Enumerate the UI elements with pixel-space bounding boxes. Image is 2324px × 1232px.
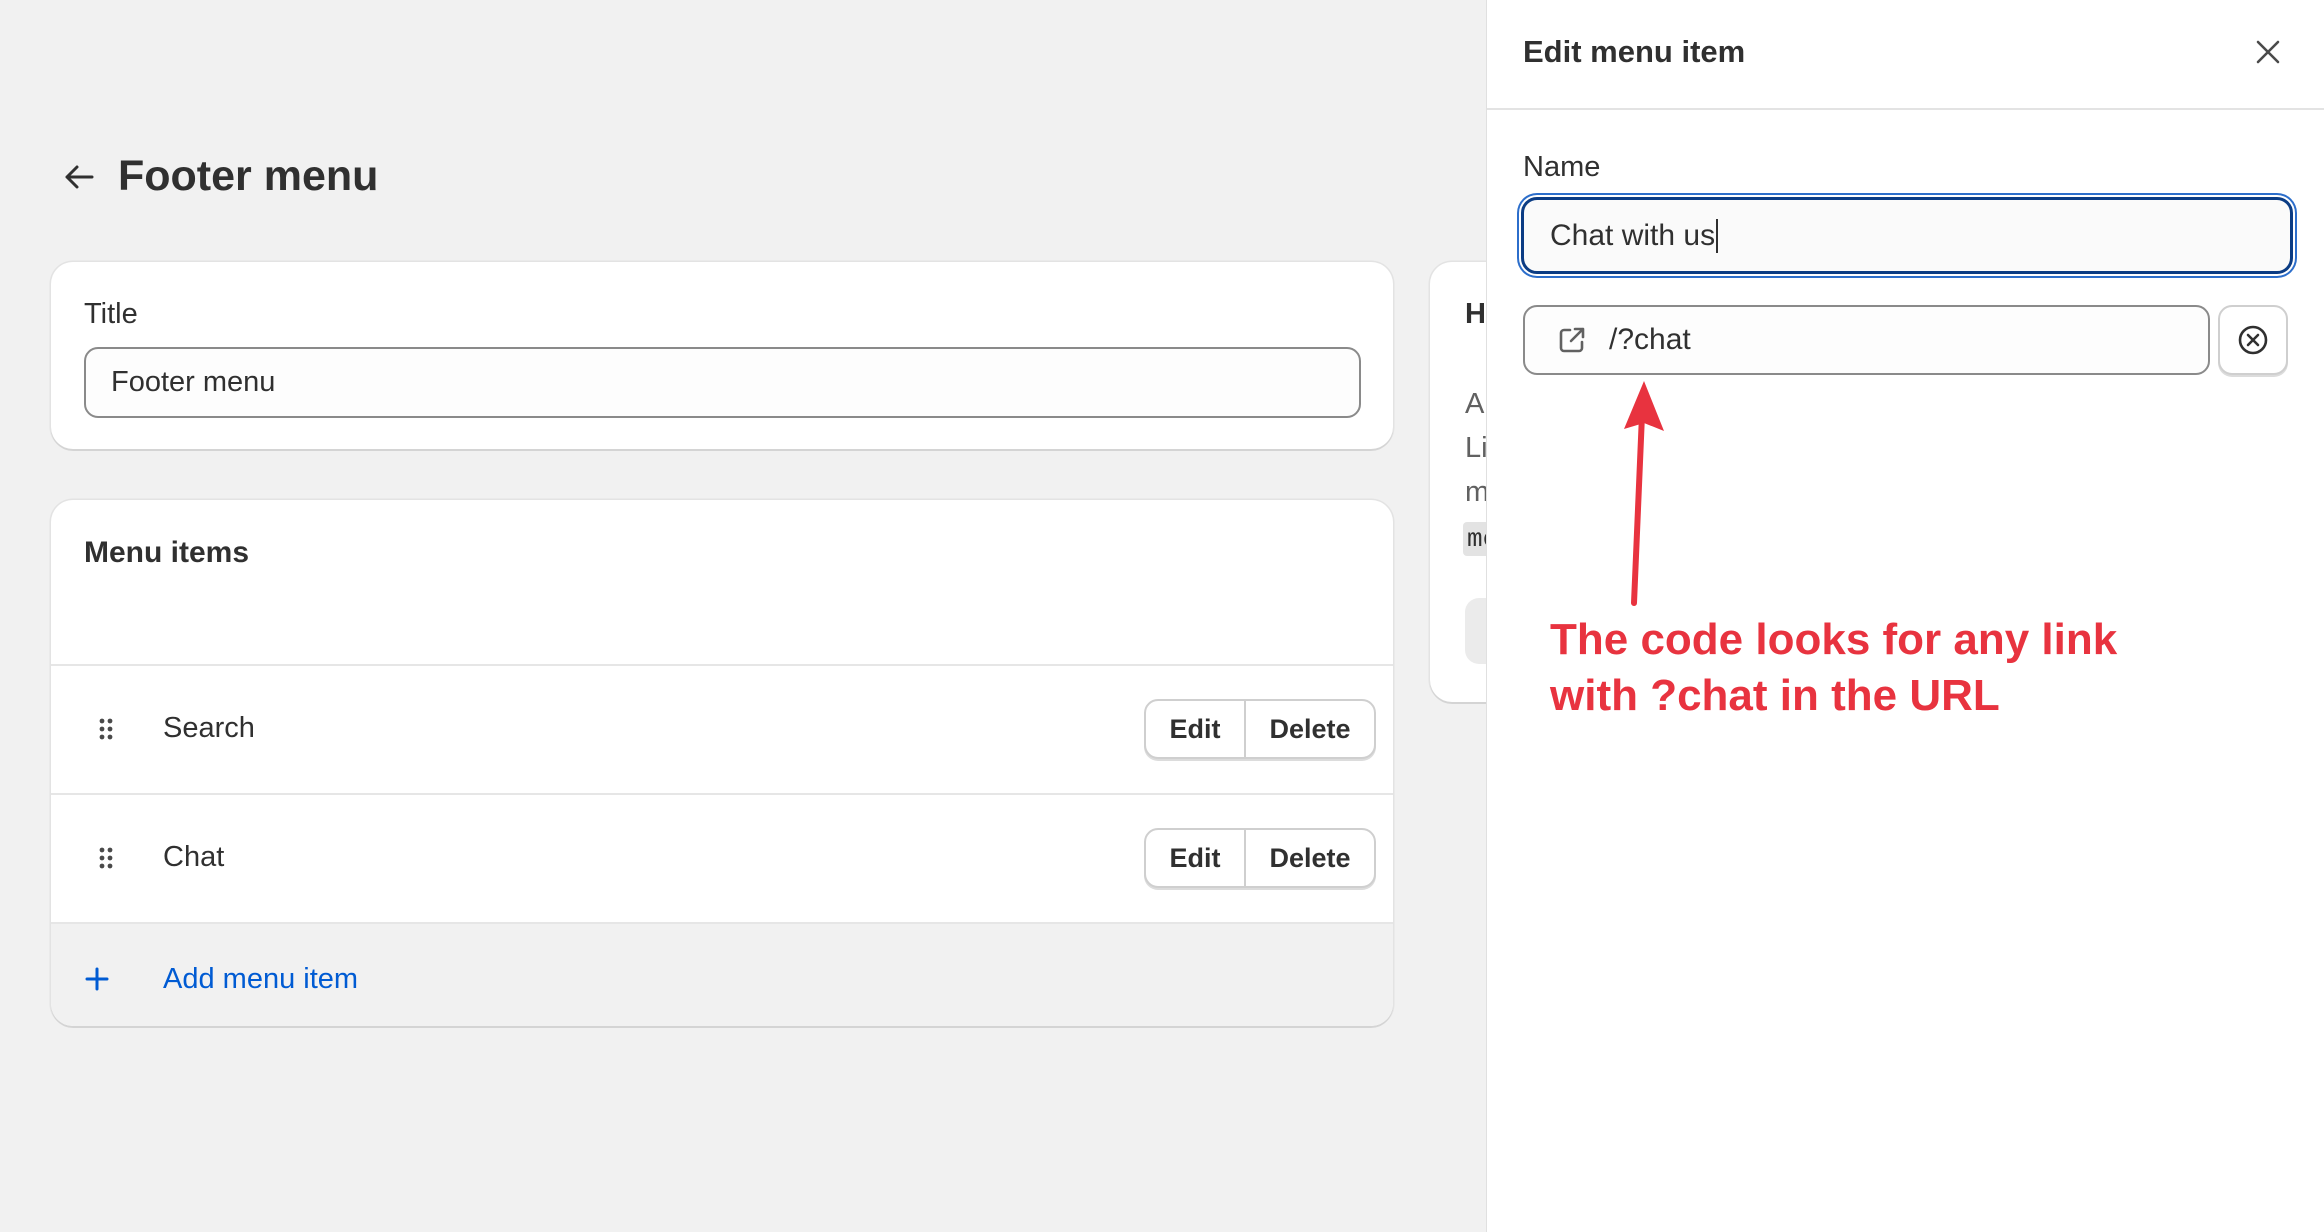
link-input[interactable]: /?chat [1523, 305, 2210, 375]
menu-item-actions: Edit Delete [1144, 699, 1376, 759]
divider [51, 664, 1393, 666]
menu-items-heading: Menu items [84, 536, 250, 569]
close-button[interactable] [2246, 30, 2290, 74]
panel-title: Edit menu item [1523, 34, 1746, 69]
drag-handle-icon [99, 847, 113, 869]
name-input[interactable]: Chat with us [1521, 197, 2293, 274]
help-card-heading-fragment: H [1465, 298, 1486, 330]
menu-items-card [51, 500, 1393, 1026]
drag-handle[interactable] [91, 714, 121, 744]
delete-button[interactable]: Delete [1244, 830, 1374, 886]
divider [51, 922, 1393, 924]
panel-divider [1487, 108, 2324, 110]
edit-button[interactable]: Edit [1146, 701, 1244, 757]
help-card-text-fragment: A [1465, 388, 1485, 420]
edit-button[interactable]: Edit [1146, 830, 1244, 886]
menu-item-actions: Edit Delete [1144, 828, 1376, 888]
annotation-arrow [1624, 381, 1664, 606]
drag-handle-icon [99, 718, 113, 740]
help-card-text-fragment: m [1465, 476, 1490, 508]
help-card-text-fragment: Li [1465, 432, 1488, 464]
name-label: Name [1523, 151, 1601, 183]
page-title: Footer menu [118, 152, 379, 200]
clear-circle-icon [2238, 325, 2268, 355]
annotation-line: with ?chat in the URL [1550, 671, 2000, 720]
menu-item-label: Search [163, 712, 255, 744]
annotation-line: The code looks for any link [1550, 615, 2118, 664]
external-link-icon [1555, 323, 1589, 357]
title-input[interactable]: Footer menu [84, 347, 1361, 418]
back-button[interactable] [58, 156, 100, 198]
add-icon-wrap[interactable] [80, 962, 114, 996]
title-label: Title [84, 298, 138, 330]
clear-link-button[interactable] [2218, 305, 2288, 375]
menu-item-label: Chat [163, 841, 225, 873]
delete-button[interactable]: Delete [1244, 701, 1374, 757]
close-icon [2256, 40, 2280, 64]
link-input-value: /?chat [1609, 323, 1691, 356]
text-caret [1716, 218, 1719, 253]
divider [51, 793, 1393, 795]
title-input-value: Footer menu [111, 366, 276, 398]
name-input-value: Chat with us [1550, 218, 1716, 252]
drag-handle[interactable] [91, 843, 121, 873]
plus-icon [85, 967, 109, 991]
add-menu-item-link[interactable]: Add menu item [163, 963, 358, 996]
back-arrow-icon [65, 165, 94, 189]
annotation-text: The code looks for any link with ?chat i… [1550, 612, 2250, 724]
